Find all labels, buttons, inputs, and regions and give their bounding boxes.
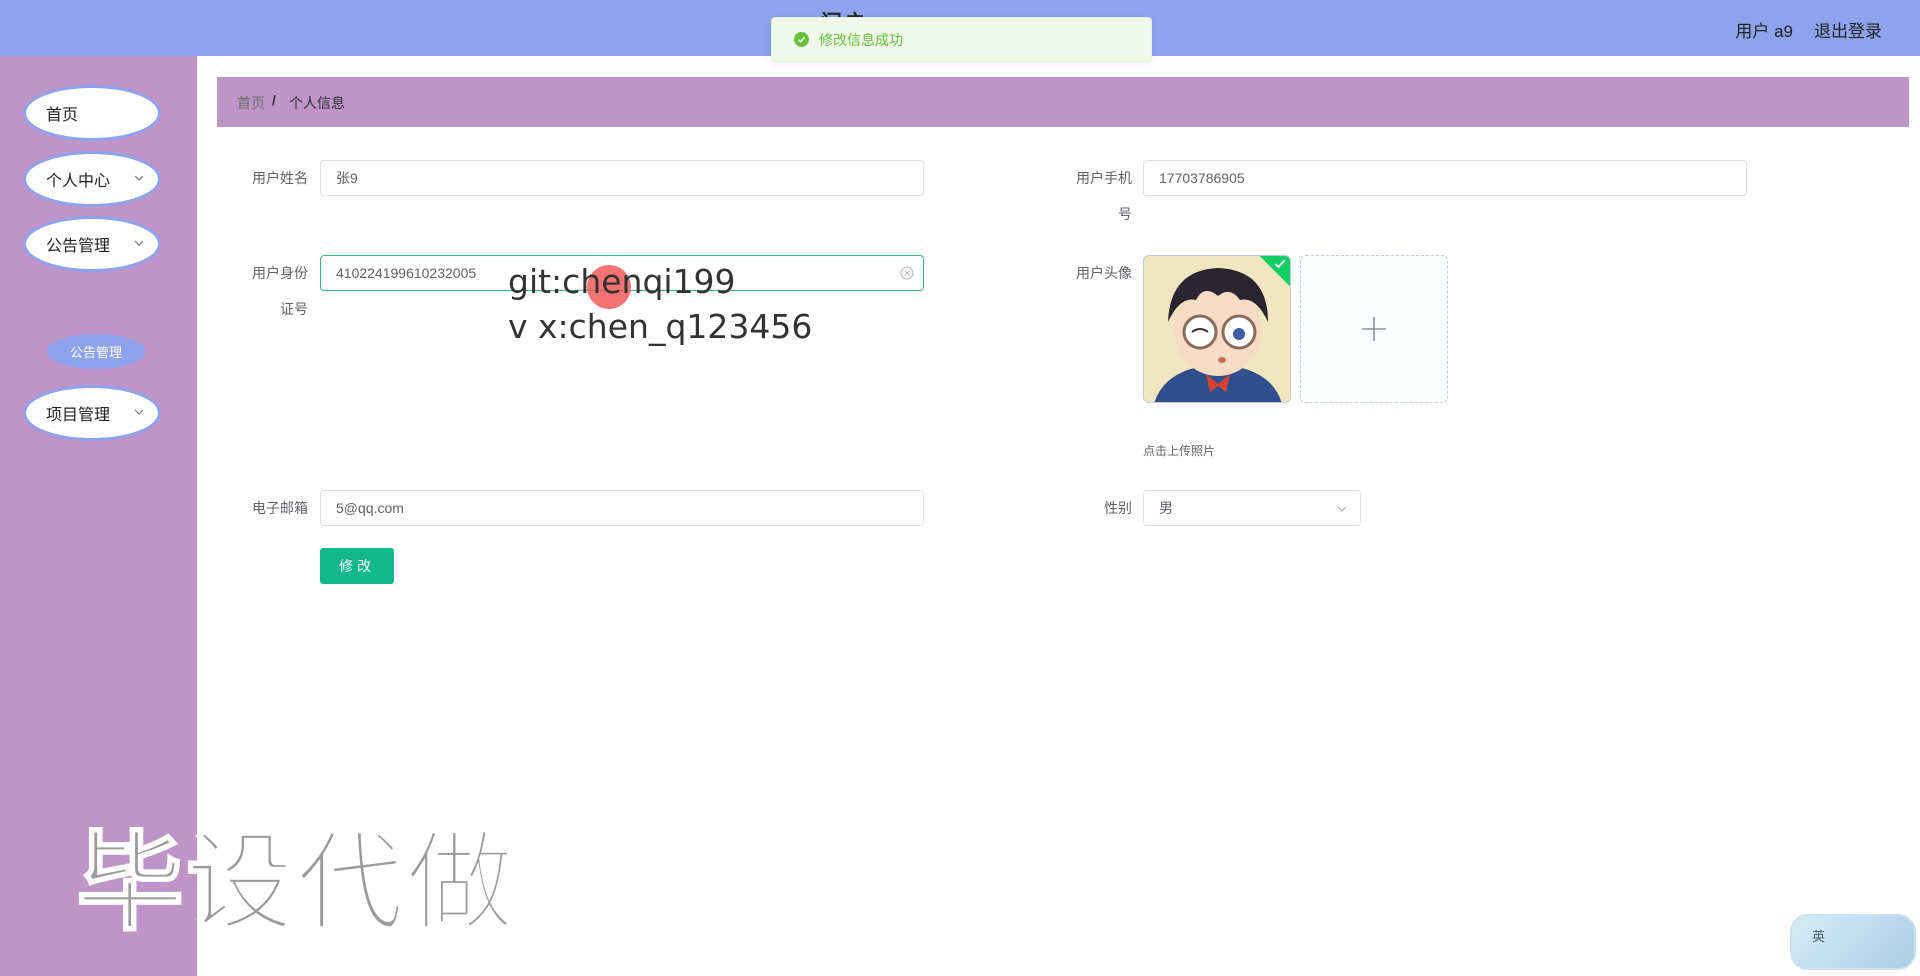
sidebar-item-label: 首页 — [46, 107, 79, 124]
success-toast: 修改信息成功 — [771, 17, 1152, 62]
plus-icon — [1362, 317, 1386, 341]
watermark-text: 毕设代做 — [75, 820, 517, 947]
sidebar-item-label: 项目管理 — [46, 407, 111, 424]
sidebar-item-announcement[interactable]: 公告管理 — [26, 219, 158, 269]
phone-label: 用户手机 — [1076, 170, 1132, 186]
idcard-label-cont: 证号 — [280, 301, 308, 317]
idcard-value: 410224199610232005 — [336, 265, 477, 281]
sidebar-item-label: 个人中心 — [46, 173, 111, 190]
overlay-text-line1: git:chenqi199 — [508, 262, 736, 301]
gender-value: 男 — [1159, 500, 1173, 516]
avatar-upload-button[interactable] — [1300, 255, 1448, 403]
chevron-down-icon — [134, 409, 144, 415]
phone-field[interactable]: 17703786905 — [1143, 160, 1747, 196]
sidebar-item-label: 公告管理 — [46, 238, 111, 255]
gender-select[interactable]: 男 — [1143, 490, 1361, 526]
name-field[interactable]: 张9 — [320, 160, 924, 196]
breadcrumb-current: 个人信息 — [289, 95, 345, 111]
submit-button[interactable]: 修改 — [320, 548, 394, 584]
email-field[interactable]: 5@qq.com — [320, 490, 924, 526]
check-icon — [1274, 259, 1286, 269]
name-label: 用户姓名 — [252, 170, 308, 186]
ime-indicator[interactable]: 英 — [1790, 914, 1916, 970]
avatar-label: 用户头像 — [1076, 265, 1132, 281]
chevron-down-icon — [134, 240, 144, 246]
chevron-down-icon — [1337, 506, 1347, 512]
current-user-label: 用户 a9 — [1735, 22, 1793, 41]
breadcrumb: 首页 / 个人信息 — [217, 77, 1909, 127]
sidebar-item-personal-center[interactable]: 个人中心 — [26, 154, 158, 204]
upload-tip: 点击上传照片 — [1143, 444, 1216, 458]
gender-label: 性别 — [1104, 500, 1132, 516]
avatar-illustration — [1144, 256, 1290, 402]
overlay-text-line2: v x:chen_q123456 — [508, 307, 813, 346]
ime-mode-label: 英 — [1812, 929, 1826, 944]
email-value: 5@qq.com — [336, 500, 404, 516]
phone-label-cont: 号 — [1118, 206, 1132, 222]
chevron-down-icon — [134, 175, 144, 181]
check-circle-icon — [794, 32, 809, 47]
clear-icon[interactable] — [900, 266, 914, 280]
avatar-image[interactable] — [1143, 255, 1291, 403]
toast-message: 修改信息成功 — [819, 31, 903, 48]
sidebar-item-projects[interactable]: 项目管理 — [26, 388, 158, 438]
phone-value: 17703786905 — [1159, 170, 1245, 186]
email-label: 电子邮箱 — [252, 500, 308, 516]
sidebar-subitem-announcement[interactable]: 公告管理 — [47, 334, 145, 369]
sidebar-item-home[interactable]: 首页 — [26, 88, 158, 138]
breadcrumb-home[interactable]: 首页 — [237, 93, 265, 113]
name-value: 张9 — [336, 170, 358, 186]
breadcrumb-separator: / — [272, 92, 276, 108]
logout-link[interactable]: 退出登录 — [1814, 17, 1882, 42]
idcard-label: 用户身份 — [252, 265, 308, 281]
